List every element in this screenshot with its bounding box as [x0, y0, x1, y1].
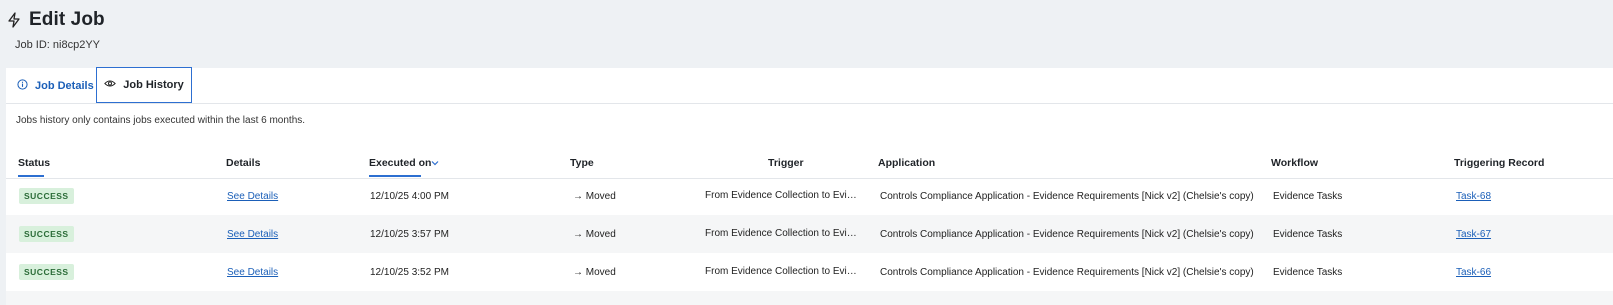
executed-on-cell: 12/10/25 3:52 PM — [370, 266, 449, 278]
page-title: Edit Job — [29, 9, 105, 30]
column-header-details[interactable]: Details — [226, 157, 260, 169]
trigger-cell: From Evidence Collection to Evidence Tas… — [705, 228, 861, 239]
tab-job-details-label: Job Details — [35, 79, 94, 92]
job-id: Job ID: ni8cp2YY — [15, 39, 100, 51]
column-header-status[interactable]: Status — [18, 157, 50, 169]
column-header-workflow[interactable]: Workflow — [1271, 157, 1318, 169]
column-header-application[interactable]: Application — [878, 157, 935, 169]
page-header: Edit Job Job ID: ni8cp2YY — [0, 0, 1613, 68]
title-row: Edit Job — [7, 9, 105, 31]
application-cell: Controls Compliance Application - Eviden… — [880, 266, 1254, 278]
see-details-link[interactable]: See Details — [227, 191, 278, 202]
status-badge: SUCCESS — [19, 188, 74, 204]
type-cell: → Moved — [573, 190, 616, 202]
tab-bar: Job Details Job History — [6, 67, 1613, 104]
table-row: SUCCESS See Details 12/10/25 3:57 PM → M… — [6, 215, 1613, 253]
history-notice: Jobs history only contains jobs executed… — [16, 115, 306, 126]
job-card: Job Details Job History Jobs history onl… — [6, 67, 1613, 305]
status-badge: SUCCESS — [19, 226, 74, 242]
eye-icon — [104, 79, 117, 91]
table-row: SUCCESS See Details 12/10/25 4:00 PM → M… — [6, 177, 1613, 215]
column-header-executed-on[interactable]: Executed on — [369, 157, 431, 169]
table-row: SUCCESS See Details 12/10/25 3:52 PM → M… — [6, 253, 1613, 291]
info-icon — [17, 78, 28, 93]
workflow-cell: Evidence Tasks — [1273, 190, 1343, 202]
tab-job-history-label: Job History — [123, 79, 184, 91]
see-details-link[interactable]: See Details — [227, 267, 278, 278]
status-badge: SUCCESS — [19, 264, 74, 280]
application-cell: Controls Compliance Application - Eviden… — [880, 228, 1254, 240]
triggering-record-link[interactable]: Task-66 — [1456, 267, 1491, 278]
column-header-type[interactable]: Type — [570, 157, 594, 169]
trigger-cell: From Evidence Collection to Evidence Tas… — [705, 190, 861, 201]
workflow-cell: Evidence Tasks — [1273, 266, 1343, 278]
type-cell: → Moved — [573, 228, 616, 240]
sort-descending-icon[interactable] — [431, 154, 439, 172]
application-cell: Controls Compliance Application - Eviden… — [880, 190, 1254, 202]
lightning-icon — [7, 12, 21, 28]
executed-on-cell: 12/10/25 3:57 PM — [370, 228, 449, 240]
tab-job-history[interactable]: Job History — [96, 67, 192, 103]
see-details-link[interactable]: See Details — [227, 229, 278, 240]
table-row-partial — [6, 291, 1613, 305]
executed-on-cell: 12/10/25 4:00 PM — [370, 190, 449, 202]
column-header-triggering-record[interactable]: Triggering Record — [1454, 157, 1544, 169]
trigger-cell: From Evidence Collection to Evidence Tas… — [705, 266, 861, 277]
tab-job-details[interactable]: Job Details — [6, 68, 96, 103]
type-cell: → Moved — [573, 266, 616, 278]
triggering-record-link[interactable]: Task-68 — [1456, 191, 1491, 202]
triggering-record-link[interactable]: Task-67 — [1456, 229, 1491, 240]
table-header: Status Details Executed on Type Trigger … — [6, 153, 1613, 179]
workflow-cell: Evidence Tasks — [1273, 228, 1343, 240]
column-header-trigger[interactable]: Trigger — [768, 157, 804, 169]
